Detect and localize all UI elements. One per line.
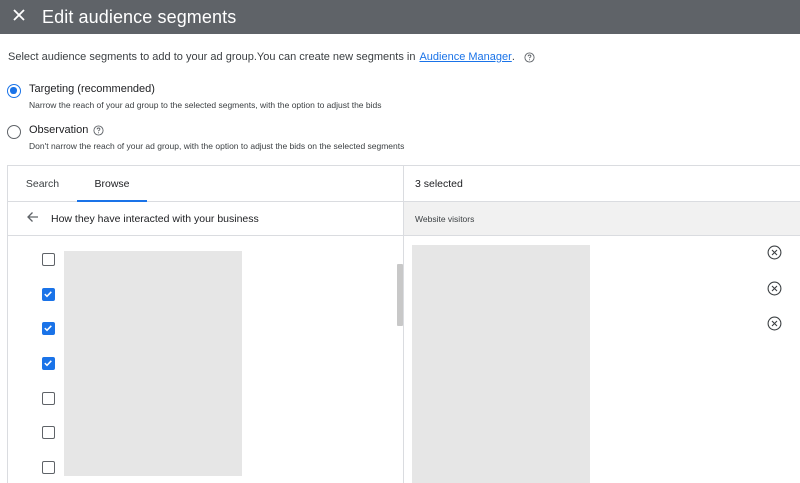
remove-circle-icon <box>767 245 782 265</box>
help-icon[interactable] <box>524 51 535 63</box>
tab-search[interactable]: Search <box>8 166 77 201</box>
segment-checkbox-5[interactable] <box>42 392 55 405</box>
intro-description: Select audience segments to add to your … <box>8 51 416 63</box>
observation-label-row: Observation <box>29 124 404 136</box>
segment-list <box>8 238 403 483</box>
back-button[interactable] <box>22 209 42 229</box>
segment-checkbox-1[interactable] <box>42 253 55 266</box>
segment-names-placeholder <box>64 251 242 476</box>
remove-segment-button-3[interactable] <box>766 316 782 336</box>
segment-checkbox-6[interactable] <box>42 426 55 439</box>
audience-manager-link[interactable]: Audience Manager <box>419 51 511 63</box>
segment-checkbox-7[interactable] <box>42 461 55 474</box>
targeting-description: Narrow the reach of your ad group to the… <box>29 100 382 110</box>
browse-column: Search Browse How they have interacted w… <box>8 166 404 483</box>
dialog-header: Edit audience segments <box>0 0 800 34</box>
observation-description: Don't narrow the reach of your ad group,… <box>29 141 405 151</box>
segment-checkbox-3[interactable] <box>42 322 55 335</box>
arrow-back-icon <box>26 210 39 228</box>
observation-radio[interactable] <box>7 125 21 139</box>
remove-circle-icon <box>767 281 782 301</box>
selected-count: 3 selected <box>404 166 800 202</box>
intro-suffix: . <box>511 51 515 63</box>
segment-checkbox-2[interactable] <box>42 288 55 301</box>
list-scrollbar[interactable] <box>397 264 403 326</box>
category-nav: How they have interacted with your busin… <box>8 202 403 236</box>
targeting-label: Targeting (recommended) <box>29 83 155 95</box>
tab-browse[interactable]: Browse <box>77 166 147 202</box>
dialog-title: Edit audience segments <box>42 6 237 27</box>
category-title: How they have interacted with your busin… <box>51 212 259 225</box>
remove-segment-button-1[interactable] <box>766 245 782 265</box>
observation-label: Observation <box>29 124 89 136</box>
browse-tabs: Search Browse <box>8 166 403 202</box>
close-button[interactable] <box>0 0 38 34</box>
selected-column: 3 selected Website visitors <box>404 166 800 483</box>
observation-help-icon[interactable] <box>93 124 104 136</box>
remove-segment-button-2[interactable] <box>766 281 782 301</box>
intro-text: Select audience segments to add to your … <box>8 51 535 63</box>
close-icon <box>13 8 25 26</box>
targeting-radio[interactable] <box>7 84 21 98</box>
targeting-option[interactable]: Targeting (recommended) Narrow the reach… <box>7 83 381 110</box>
observation-option[interactable]: Observation Don't narrow the reach of yo… <box>7 124 404 151</box>
selected-names-placeholder <box>412 245 590 483</box>
segment-checkbox-4[interactable] <box>42 357 55 370</box>
selected-group-title: Website visitors <box>404 202 800 236</box>
remove-circle-icon <box>767 316 782 336</box>
segments-panel: Search Browse How they have interacted w… <box>7 165 800 483</box>
